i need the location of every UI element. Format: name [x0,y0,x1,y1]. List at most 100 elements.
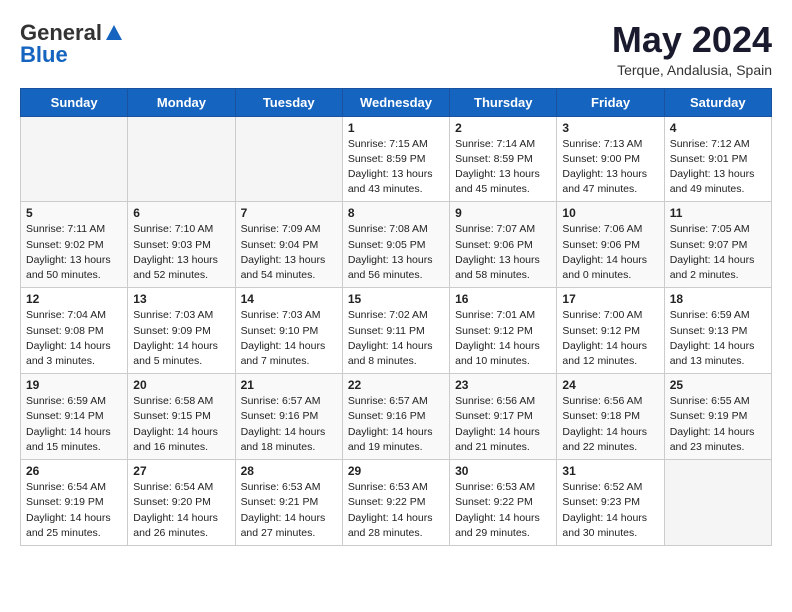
day-number: 24 [562,378,658,392]
day-number: 29 [348,464,444,478]
day-number: 30 [455,464,551,478]
calendar-cell: 20 Sunrise: 6:58 AMSunset: 9:15 PMDayligh… [128,374,235,460]
calendar-cell: 12 Sunrise: 7:04 AMSunset: 9:08 PMDayligh… [21,288,128,374]
calendar-cell: 18 Sunrise: 6:59 AMSunset: 9:13 PMDayligh… [664,288,771,374]
page-header: General Blue May 2024 Terque, Andalusia,… [20,20,772,78]
calendar-cell: 16 Sunrise: 7:01 AMSunset: 9:12 PMDayligh… [450,288,557,374]
day-info: Sunrise: 7:06 AMSunset: 9:06 PMDaylight:… [562,222,658,283]
calendar-cell [21,116,128,202]
day-number: 16 [455,292,551,306]
day-info: Sunrise: 6:56 AMSunset: 9:18 PMDaylight:… [562,394,658,455]
day-info: Sunrise: 6:53 AMSunset: 9:22 PMDaylight:… [348,480,444,541]
day-info: Sunrise: 6:54 AMSunset: 9:19 PMDaylight:… [26,480,122,541]
calendar-cell [664,460,771,546]
calendar-cell: 11 Sunrise: 7:05 AMSunset: 9:07 PMDayligh… [664,202,771,288]
day-number: 5 [26,206,122,220]
day-info: Sunrise: 7:13 AMSunset: 9:00 PMDaylight:… [562,137,658,198]
logo-icon [103,22,125,44]
calendar-cell: 8 Sunrise: 7:08 AMSunset: 9:05 PMDaylight… [342,202,449,288]
day-info: Sunrise: 7:09 AMSunset: 9:04 PMDaylight:… [241,222,337,283]
calendar-cell: 23Sunrise: 6:56 AMSunset: 9:17 PMDayligh… [450,374,557,460]
calendar-cell: 31Sunrise: 6:52 AMSunset: 9:23 PMDayligh… [557,460,664,546]
weekday-header-friday: Friday [557,88,664,116]
calendar-cell: 13 Sunrise: 7:03 AMSunset: 9:09 PMDayligh… [128,288,235,374]
weekday-header-saturday: Saturday [664,88,771,116]
day-number: 18 [670,292,766,306]
calendar-cell: 14 Sunrise: 7:03 AMSunset: 9:10 PMDayligh… [235,288,342,374]
day-number: 13 [133,292,229,306]
day-number: 28 [241,464,337,478]
day-number: 20 [133,378,229,392]
day-number: 14 [241,292,337,306]
calendar-cell: 15 Sunrise: 7:02 AMSunset: 9:11 PMDayligh… [342,288,449,374]
calendar-cell: 28 Sunrise: 6:53 AMSunset: 9:21 PMDayligh… [235,460,342,546]
day-info: Sunrise: 7:04 AMSunset: 9:08 PMDaylight:… [26,308,122,369]
day-number: 8 [348,206,444,220]
day-info: Sunrise: 6:57 AMSunset: 9:16 PMDaylight:… [348,394,444,455]
day-number: 11 [670,206,766,220]
calendar-cell: 7 Sunrise: 7:09 AMSunset: 9:04 PMDaylight… [235,202,342,288]
calendar-cell: 10Sunrise: 7:06 AMSunset: 9:06 PMDayligh… [557,202,664,288]
day-info: Sunrise: 7:05 AMSunset: 9:07 PMDaylight:… [670,222,766,283]
day-number: 15 [348,292,444,306]
day-info: Sunrise: 7:15 AMSunset: 8:59 PMDaylight:… [348,137,444,198]
calendar-cell: 27 Sunrise: 6:54 AMSunset: 9:20 PMDayligh… [128,460,235,546]
day-number: 9 [455,206,551,220]
calendar-cell: 9 Sunrise: 7:07 AMSunset: 9:06 PMDaylight… [450,202,557,288]
weekday-header-sunday: Sunday [21,88,128,116]
day-number: 25 [670,378,766,392]
location: Terque, Andalusia, Spain [612,62,772,78]
day-info: Sunrise: 7:08 AMSunset: 9:05 PMDaylight:… [348,222,444,283]
weekday-header-wednesday: Wednesday [342,88,449,116]
day-info: Sunrise: 7:11 AMSunset: 9:02 PMDaylight:… [26,222,122,283]
day-number: 22 [348,378,444,392]
weekday-header-monday: Monday [128,88,235,116]
day-info: Sunrise: 7:03 AMSunset: 9:09 PMDaylight:… [133,308,229,369]
calendar-cell: 5 Sunrise: 7:11 AMSunset: 9:02 PMDaylight… [21,202,128,288]
calendar-cell: 22 Sunrise: 6:57 AMSunset: 9:16 PMDayligh… [342,374,449,460]
calendar-cell: 30 Sunrise: 6:53 AMSunset: 9:22 PMDayligh… [450,460,557,546]
calendar-cell: 4Sunrise: 7:12 AMSunset: 9:01 PMDaylight… [664,116,771,202]
day-info: Sunrise: 7:10 AMSunset: 9:03 PMDaylight:… [133,222,229,283]
logo-blue: Blue [20,42,68,68]
day-info: Sunrise: 7:07 AMSunset: 9:06 PMDaylight:… [455,222,551,283]
day-info: Sunrise: 7:01 AMSunset: 9:12 PMDaylight:… [455,308,551,369]
day-number: 21 [241,378,337,392]
calendar-cell [235,116,342,202]
calendar-cell: 1 Sunrise: 7:15 AMSunset: 8:59 PMDaylight… [342,116,449,202]
day-number: 6 [133,206,229,220]
day-number: 7 [241,206,337,220]
calendar-cell: 24 Sunrise: 6:56 AMSunset: 9:18 PMDayligh… [557,374,664,460]
logo: General Blue [20,20,125,68]
day-info: Sunrise: 6:54 AMSunset: 9:20 PMDaylight:… [133,480,229,541]
day-info: Sunrise: 7:14 AMSunset: 8:59 PMDaylight:… [455,137,551,198]
weekday-header-thursday: Thursday [450,88,557,116]
day-info: Sunrise: 7:12 AMSunset: 9:01 PMDaylight:… [670,137,766,198]
calendar-cell: 17Sunrise: 7:00 AMSunset: 9:12 PMDayligh… [557,288,664,374]
weekday-header-tuesday: Tuesday [235,88,342,116]
day-number: 19 [26,378,122,392]
calendar-cell [128,116,235,202]
day-number: 31 [562,464,658,478]
day-info: Sunrise: 6:58 AMSunset: 9:15 PMDaylight:… [133,394,229,455]
day-info: Sunrise: 6:53 AMSunset: 9:21 PMDaylight:… [241,480,337,541]
day-info: Sunrise: 6:59 AMSunset: 9:14 PMDaylight:… [26,394,122,455]
calendar-cell: 19 Sunrise: 6:59 AMSunset: 9:14 PMDayligh… [21,374,128,460]
day-info: Sunrise: 6:57 AMSunset: 9:16 PMDaylight:… [241,394,337,455]
day-info: Sunrise: 6:59 AMSunset: 9:13 PMDaylight:… [670,308,766,369]
day-info: Sunrise: 7:00 AMSunset: 9:12 PMDaylight:… [562,308,658,369]
day-info: Sunrise: 6:56 AMSunset: 9:17 PMDaylight:… [455,394,551,455]
calendar-cell: 6 Sunrise: 7:10 AMSunset: 9:03 PMDaylight… [128,202,235,288]
day-info: Sunrise: 7:03 AMSunset: 9:10 PMDaylight:… [241,308,337,369]
day-number: 1 [348,121,444,135]
day-number: 26 [26,464,122,478]
calendar-cell: 29 Sunrise: 6:53 AMSunset: 9:22 PMDayligh… [342,460,449,546]
day-number: 2 [455,121,551,135]
calendar: SundayMondayTuesdayWednesdayThursdayFrid… [20,88,772,546]
day-info: Sunrise: 7:02 AMSunset: 9:11 PMDaylight:… [348,308,444,369]
day-number: 3 [562,121,658,135]
day-info: Sunrise: 6:55 AMSunset: 9:19 PMDaylight:… [670,394,766,455]
day-number: 12 [26,292,122,306]
day-number: 27 [133,464,229,478]
day-info: Sunrise: 6:53 AMSunset: 9:22 PMDaylight:… [455,480,551,541]
